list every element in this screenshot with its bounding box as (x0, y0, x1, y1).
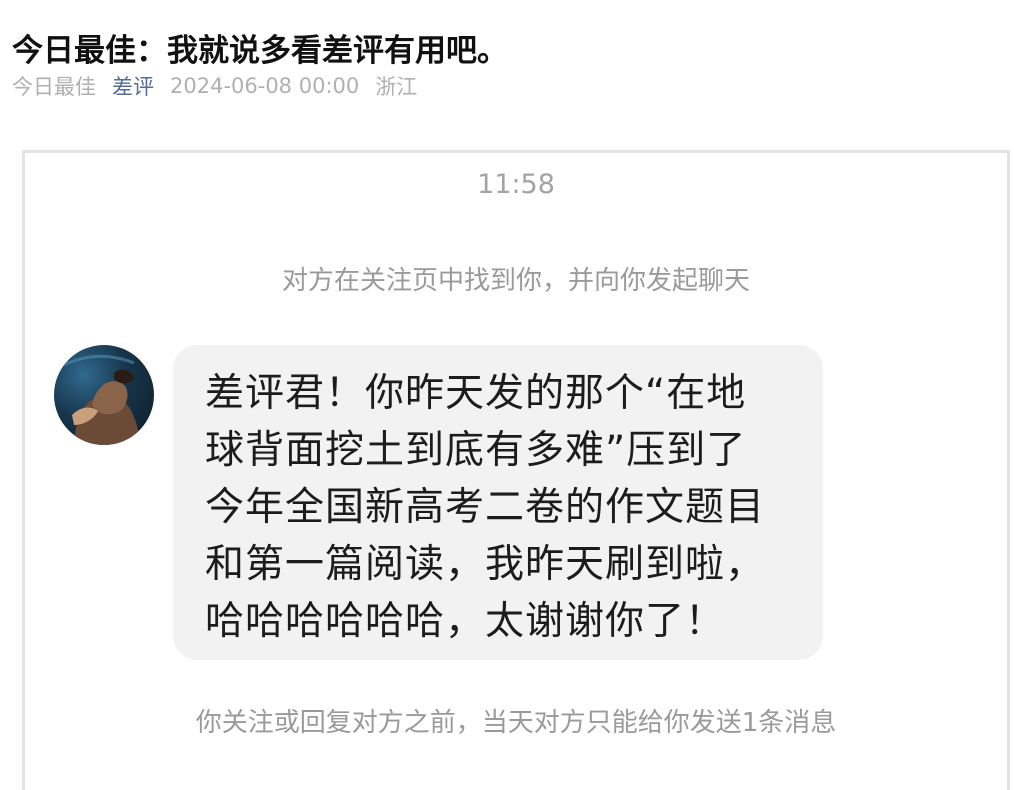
system-notice-bottom: 你关注或回复对方之前，当天对方只能给你发送1条消息 (195, 708, 837, 738)
message-line: 球背面挖土到底有多难”压到了 (205, 428, 747, 473)
publish-datetime: 2024-06-08 00:00 (170, 74, 360, 98)
message-line: 哈哈哈哈哈哈，太谢谢你了！ (205, 599, 726, 644)
author-link[interactable]: 差评 (112, 71, 154, 101)
message-text: 差评君！你昨天发的那个“在地 球背面挖土到底有多难”压到了 今年全国新高考二卷的… (205, 365, 795, 650)
article-meta: 今日最佳 差评 2024-06-08 00:00 浙江 (12, 68, 433, 104)
message-line: 差评君！你昨天发的那个“在地 (205, 371, 747, 416)
column-name[interactable]: 今日最佳 (12, 71, 96, 101)
message-bubble[interactable]: 差评君！你昨天发的那个“在地 球背面挖土到底有多难”压到了 今年全国新高考二卷的… (173, 345, 823, 660)
system-notice-top: 对方在关注页中找到你，并向你发起聊天 (281, 266, 750, 296)
user-avatar-icon[interactable] (54, 345, 154, 445)
avatar-image (63, 354, 140, 445)
location-label: 浙江 (375, 75, 418, 99)
message-line: 今年全国新高考二卷的作文题目 (205, 485, 766, 530)
chat-timestamp: 11:58 (477, 169, 555, 200)
chat-screenshot: 11:58 对方在关注页中找到你，并向你发起聊天 差评君！你昨天发的那个“在地 … (22, 150, 1010, 790)
message-line: 和第一篇阅读，我昨天刷到啦， (205, 542, 766, 587)
